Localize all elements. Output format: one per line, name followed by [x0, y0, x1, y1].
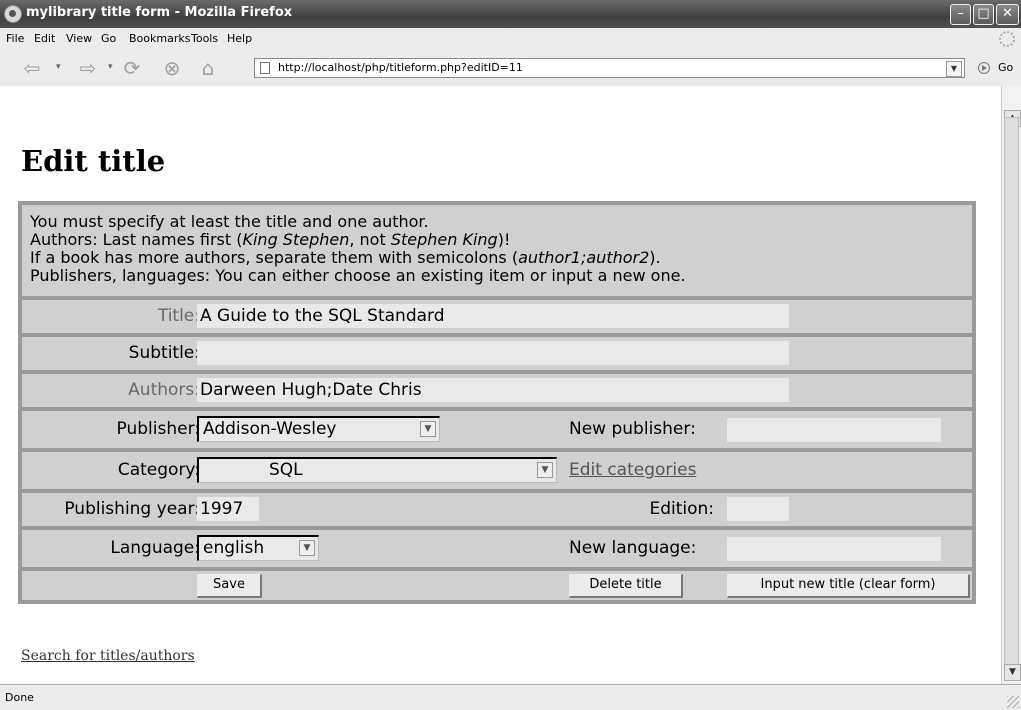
back-dropdown-icon[interactable]: ▾: [56, 62, 61, 72]
instruction-line: You must specify at least the title and …: [30, 212, 429, 231]
page-content: Edit title You must specify at least the…: [0, 86, 1001, 684]
new-title-button[interactable]: Input new title (clear form): [727, 574, 970, 598]
instructions-row: You must specify at least the title and …: [22, 205, 972, 296]
new-publisher-label: New publisher:: [569, 419, 696, 439]
chevron-down-icon: ▼: [537, 462, 553, 478]
publishing-year-label: Publishing year:: [64, 499, 200, 519]
url-dropdown-icon[interactable]: ▼: [946, 61, 962, 77]
publisher-row: Publisher: Addison-Wesley ▼ New publishe…: [22, 411, 972, 448]
scroll-down-icon[interactable]: ▼: [1004, 664, 1021, 681]
edit-categories-link[interactable]: Edit categories: [569, 460, 696, 480]
url-text: http://localhost/php/titleform.php?editI…: [278, 61, 523, 74]
language-label: Language:: [110, 538, 200, 558]
menu-help[interactable]: Help: [227, 32, 252, 45]
publisher-select[interactable]: Addison-Wesley ▼: [197, 416, 440, 442]
minimize-icon[interactable]: –: [950, 4, 971, 25]
authors-row: Authors: Darween Hugh;Date Chris: [22, 374, 972, 407]
page-title: Edit title: [21, 144, 166, 178]
category-select-value: SQL: [269, 460, 303, 480]
publisher-select-value: Addison-Wesley: [203, 419, 337, 439]
subtitle-row: Subtitle:: [22, 337, 972, 370]
delete-title-button[interactable]: Delete title: [569, 574, 683, 598]
title-form: You must specify at least the title and …: [18, 201, 976, 604]
chevron-down-icon: ▼: [420, 421, 436, 437]
instruction-line: If a book has more authors, separate the…: [30, 248, 661, 267]
authors-label: Authors:: [128, 380, 200, 400]
publishing-year-input[interactable]: 1997: [197, 497, 259, 521]
menu-edit[interactable]: Edit: [34, 32, 55, 45]
subtitle-label: Subtitle:: [128, 343, 200, 363]
menu-tools[interactable]: Tools: [191, 32, 218, 45]
home-icon[interactable]: ⌂: [196, 57, 220, 79]
status-bar: Done: [0, 684, 1021, 710]
instruction-line: Authors: Last names first (King Stephen,…: [30, 230, 511, 249]
maximize-icon[interactable]: □: [973, 4, 994, 25]
back-icon[interactable]: ⇦: [20, 57, 44, 79]
reload-icon[interactable]: ⟳: [120, 57, 144, 79]
throbber-icon: [999, 31, 1015, 47]
close-icon[interactable]: ✕: [996, 4, 1019, 25]
year-edition-row: Publishing year: 1997 Edition:: [22, 493, 972, 526]
publisher-label: Publisher:: [116, 419, 200, 439]
menu-view[interactable]: View: [66, 32, 92, 45]
title-input[interactable]: A Guide to the SQL Standard: [197, 304, 789, 328]
title-label: Title:: [157, 306, 200, 326]
window-title-bar: mylibrary title form - Mozilla Firefox –…: [0, 0, 1021, 28]
instruction-line: Publishers, languages: You can either ch…: [30, 266, 686, 285]
forward-dropdown-icon[interactable]: ▾: [108, 62, 113, 72]
subtitle-input[interactable]: [197, 341, 789, 365]
edition-label: Edition:: [649, 499, 714, 519]
search-titles-link[interactable]: Search for titles/authors: [21, 648, 195, 664]
status-text: Done: [5, 691, 34, 704]
category-label: Category:: [117, 460, 200, 480]
language-row: Language: english ▼ New language:: [22, 530, 972, 567]
title-row: Title: A Guide to the SQL Standard: [22, 300, 972, 333]
category-select[interactable]: SQL ▼: [197, 457, 557, 483]
resize-grip-icon[interactable]: [1007, 696, 1019, 708]
navigation-toolbar: ⇦ ▾ ⇨ ▾ ⟳ ⊗ ⌂ http://localhost/php/title…: [0, 50, 1021, 87]
vertical-scrollbar[interactable]: ▲ ▼: [1001, 86, 1021, 684]
save-button[interactable]: Save: [197, 574, 262, 598]
authors-input[interactable]: Darween Hugh;Date Chris: [197, 378, 789, 402]
menu-bar: File Edit View Go Bookmarks Tools Help: [0, 28, 1021, 51]
url-bar[interactable]: http://localhost/php/titleform.php?editI…: [254, 58, 965, 78]
page-icon: [260, 62, 270, 74]
language-select-value: english: [203, 538, 265, 558]
menu-bookmarks[interactable]: Bookmarks: [129, 32, 190, 45]
firefox-icon: [4, 5, 22, 23]
category-row: Category: SQL ▼ Edit categories: [22, 452, 972, 489]
stop-icon[interactable]: ⊗: [160, 57, 184, 79]
menu-file[interactable]: File: [6, 32, 24, 45]
chevron-down-icon: ▼: [299, 540, 315, 556]
new-language-label: New language:: [569, 538, 697, 558]
menu-go[interactable]: Go: [101, 32, 116, 45]
go-icon[interactable]: [978, 62, 990, 74]
instructions: You must specify at least the title and …: [22, 205, 972, 285]
window-title: mylibrary title form - Mozilla Firefox: [26, 5, 293, 20]
buttons-row: Save Delete title Input new title (clear…: [22, 571, 972, 600]
new-publisher-input[interactable]: [727, 418, 941, 442]
language-select[interactable]: english ▼: [197, 535, 319, 561]
edition-input[interactable]: [727, 497, 789, 521]
go-button[interactable]: Go: [998, 61, 1013, 74]
new-language-input[interactable]: [727, 537, 941, 561]
scrollbar-thumb[interactable]: [1004, 117, 1019, 673]
forward-icon[interactable]: ⇨: [76, 57, 100, 79]
